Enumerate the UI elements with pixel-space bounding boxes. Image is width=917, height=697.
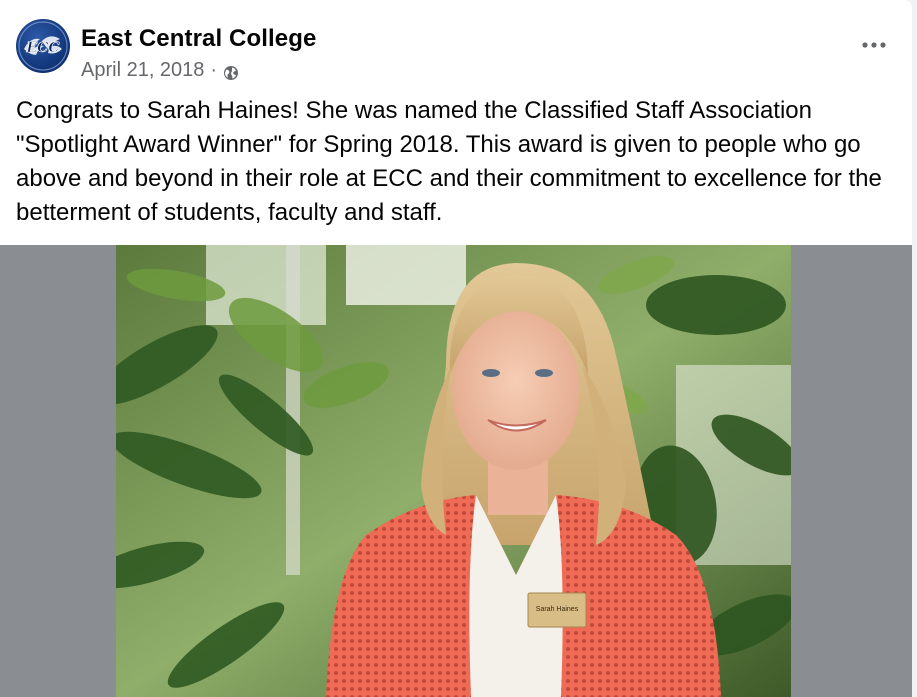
post-media[interactable]: Sarah Haines xyxy=(0,245,912,697)
more-options-icon xyxy=(862,42,886,48)
page-name-link[interactable]: East Central College xyxy=(81,25,316,53)
ecc-logo-icon: ECC xyxy=(18,21,68,71)
post-card: ECC East Central College April 21, 2018 … xyxy=(0,0,912,697)
post-photo[interactable]: Sarah Haines xyxy=(116,245,791,697)
globe-icon[interactable] xyxy=(223,64,239,80)
photo-illustration: Sarah Haines xyxy=(116,245,791,697)
post-text: Congrats to Sarah Haines! She was named … xyxy=(16,97,882,226)
page-avatar[interactable]: ECC xyxy=(16,19,70,73)
avatar-text: ECC xyxy=(26,40,60,56)
name-tag-text: Sarah Haines xyxy=(536,606,579,613)
post-header: ECC East Central College April 21, 2018 … xyxy=(16,19,896,82)
post-date-link[interactable]: April 21, 2018 xyxy=(81,59,204,82)
post-meta: April 21, 2018 · xyxy=(81,59,239,82)
more-options-button[interactable] xyxy=(854,25,894,65)
meta-separator: · xyxy=(210,59,218,81)
